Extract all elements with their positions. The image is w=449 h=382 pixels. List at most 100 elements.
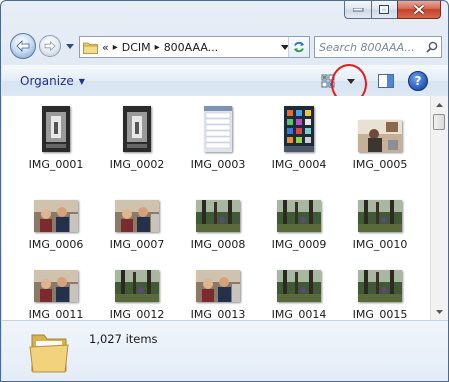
file-item[interactable]: IMG_0009 [259, 182, 339, 251]
file-name: IMG_0001 [28, 158, 84, 171]
organize-button[interactable]: Organize ▼ [12, 70, 91, 92]
file-name: IMG_0003 [190, 158, 246, 171]
change-view-icon [321, 74, 335, 88]
caption-buttons [344, 1, 441, 20]
file-name: IMG_0006 [28, 238, 84, 251]
thumbnail [178, 182, 258, 232]
scroll-down-button[interactable] [431, 303, 448, 320]
vertical-scrollbar[interactable] [430, 96, 448, 320]
preview-pane-button[interactable] [374, 70, 398, 92]
thumbnail [259, 102, 339, 152]
image-thumbnail-icon [204, 106, 232, 152]
breadcrumb-current-folder[interactable]: 800AAA... [164, 41, 218, 54]
thumbnail [340, 252, 420, 302]
details-pane: 1,027 items [2, 320, 448, 381]
thumbnail [16, 252, 96, 302]
file-item[interactable]: IMG_0005 [340, 102, 420, 171]
file-item[interactable]: IMG_0003 [178, 102, 258, 171]
back-button[interactable] [10, 33, 36, 59]
chevron-down-icon [66, 43, 74, 49]
refresh-icon [294, 41, 304, 53]
folder-icon [83, 42, 98, 54]
close-icon [413, 4, 425, 15]
scrollbar-thumb[interactable] [433, 114, 445, 130]
image-thumbnail-icon [123, 106, 151, 152]
thumbnail [16, 182, 96, 232]
file-item[interactable]: IMG_0015 [340, 252, 420, 320]
maximize-button[interactable] [371, 1, 397, 19]
scroll-up-button[interactable] [431, 96, 448, 113]
folder-icon [29, 334, 69, 373]
image-thumbnail-icon [277, 200, 321, 232]
thumbnail [340, 102, 420, 152]
thumbnail [97, 182, 177, 232]
maximize-icon [379, 4, 389, 14]
breadcrumb-separator-icon[interactable]: ▸ [155, 42, 160, 53]
file-name: IMG_0007 [109, 238, 165, 251]
thumbnail [16, 102, 96, 152]
forward-arrow-icon [44, 41, 56, 51]
close-button[interactable] [397, 1, 441, 19]
chevron-down-icon [347, 78, 355, 84]
thumbnail [97, 252, 177, 302]
file-list[interactable]: IMG_0001 IMG_0002 IMG_0003 IMG_0004 IMG_0005… [2, 96, 448, 320]
change-view-button[interactable] [316, 70, 340, 92]
image-thumbnail-icon [284, 106, 314, 152]
image-thumbnail-icon [115, 200, 159, 232]
image-thumbnail-icon [42, 106, 70, 152]
search-button[interactable] [423, 38, 441, 56]
search-icon [426, 41, 438, 53]
command-bar: Organize ▼ ? [2, 65, 448, 97]
image-thumbnail-icon [277, 270, 321, 302]
search-box[interactable]: Search 800AAA... [314, 36, 442, 58]
thumbnail [178, 102, 258, 152]
image-thumbnail-icon [196, 270, 240, 302]
file-name: IMG_0011 [28, 308, 84, 320]
address-bar[interactable]: « ▸ DCIM ▸ 800AAA... [79, 36, 310, 58]
file-item[interactable]: IMG_0008 [178, 182, 258, 251]
file-name: IMG_0010 [352, 238, 408, 251]
file-name: IMG_0004 [271, 158, 327, 171]
image-thumbnail-icon [358, 120, 402, 152]
explorer-window: « ▸ DCIM ▸ 800AAA... Search 800AAA... Or… [0, 0, 449, 382]
thumbnail [178, 252, 258, 302]
breadcrumb-dcim[interactable]: DCIM [122, 41, 151, 54]
image-thumbnail-icon [358, 270, 402, 302]
image-thumbnail-icon [196, 200, 240, 232]
address-overflow[interactable]: « [102, 41, 109, 54]
image-thumbnail-icon [34, 200, 78, 232]
preview-pane-icon [378, 74, 394, 88]
file-item[interactable]: IMG_0002 [97, 102, 177, 171]
file-item[interactable]: IMG_0014 [259, 252, 339, 320]
recent-pages-button[interactable] [65, 41, 75, 51]
file-name: IMG_0002 [109, 158, 165, 171]
file-item[interactable]: IMG_0010 [340, 182, 420, 251]
file-item[interactable]: IMG_0013 [178, 252, 258, 320]
thumbnail [259, 182, 339, 232]
file-item[interactable]: IMG_0006 [16, 182, 96, 251]
file-item[interactable]: IMG_0007 [97, 182, 177, 251]
file-item[interactable]: IMG_0012 [97, 252, 177, 320]
image-thumbnail-icon [358, 200, 402, 232]
chevron-down-icon [436, 309, 443, 314]
minimize-button[interactable] [344, 1, 371, 19]
thumbnail [340, 182, 420, 232]
back-arrow-icon [16, 40, 30, 52]
file-item[interactable]: IMG_0001 [16, 102, 96, 171]
file-item[interactable]: IMG_0004 [259, 102, 339, 171]
file-name: IMG_0014 [271, 308, 327, 320]
file-name: IMG_0013 [190, 308, 246, 320]
file-item[interactable]: IMG_0011 [16, 252, 96, 320]
chevron-down-icon: ▼ [78, 76, 85, 86]
thumbnail [97, 102, 177, 152]
help-icon[interactable]: ? [408, 71, 428, 91]
file-name: IMG_0009 [271, 238, 327, 251]
breadcrumb-separator-icon[interactable]: ▸ [113, 42, 118, 53]
image-thumbnail-icon [115, 270, 159, 302]
view-options-dropdown[interactable] [341, 70, 361, 92]
navigation-bar: « ▸ DCIM ▸ 800AAA... Search 800AAA... [1, 31, 448, 61]
chevron-up-icon [436, 102, 443, 107]
refresh-button[interactable] [288, 37, 309, 57]
search-placeholder[interactable]: Search 800AAA... [315, 41, 423, 54]
forward-button[interactable] [39, 35, 61, 57]
